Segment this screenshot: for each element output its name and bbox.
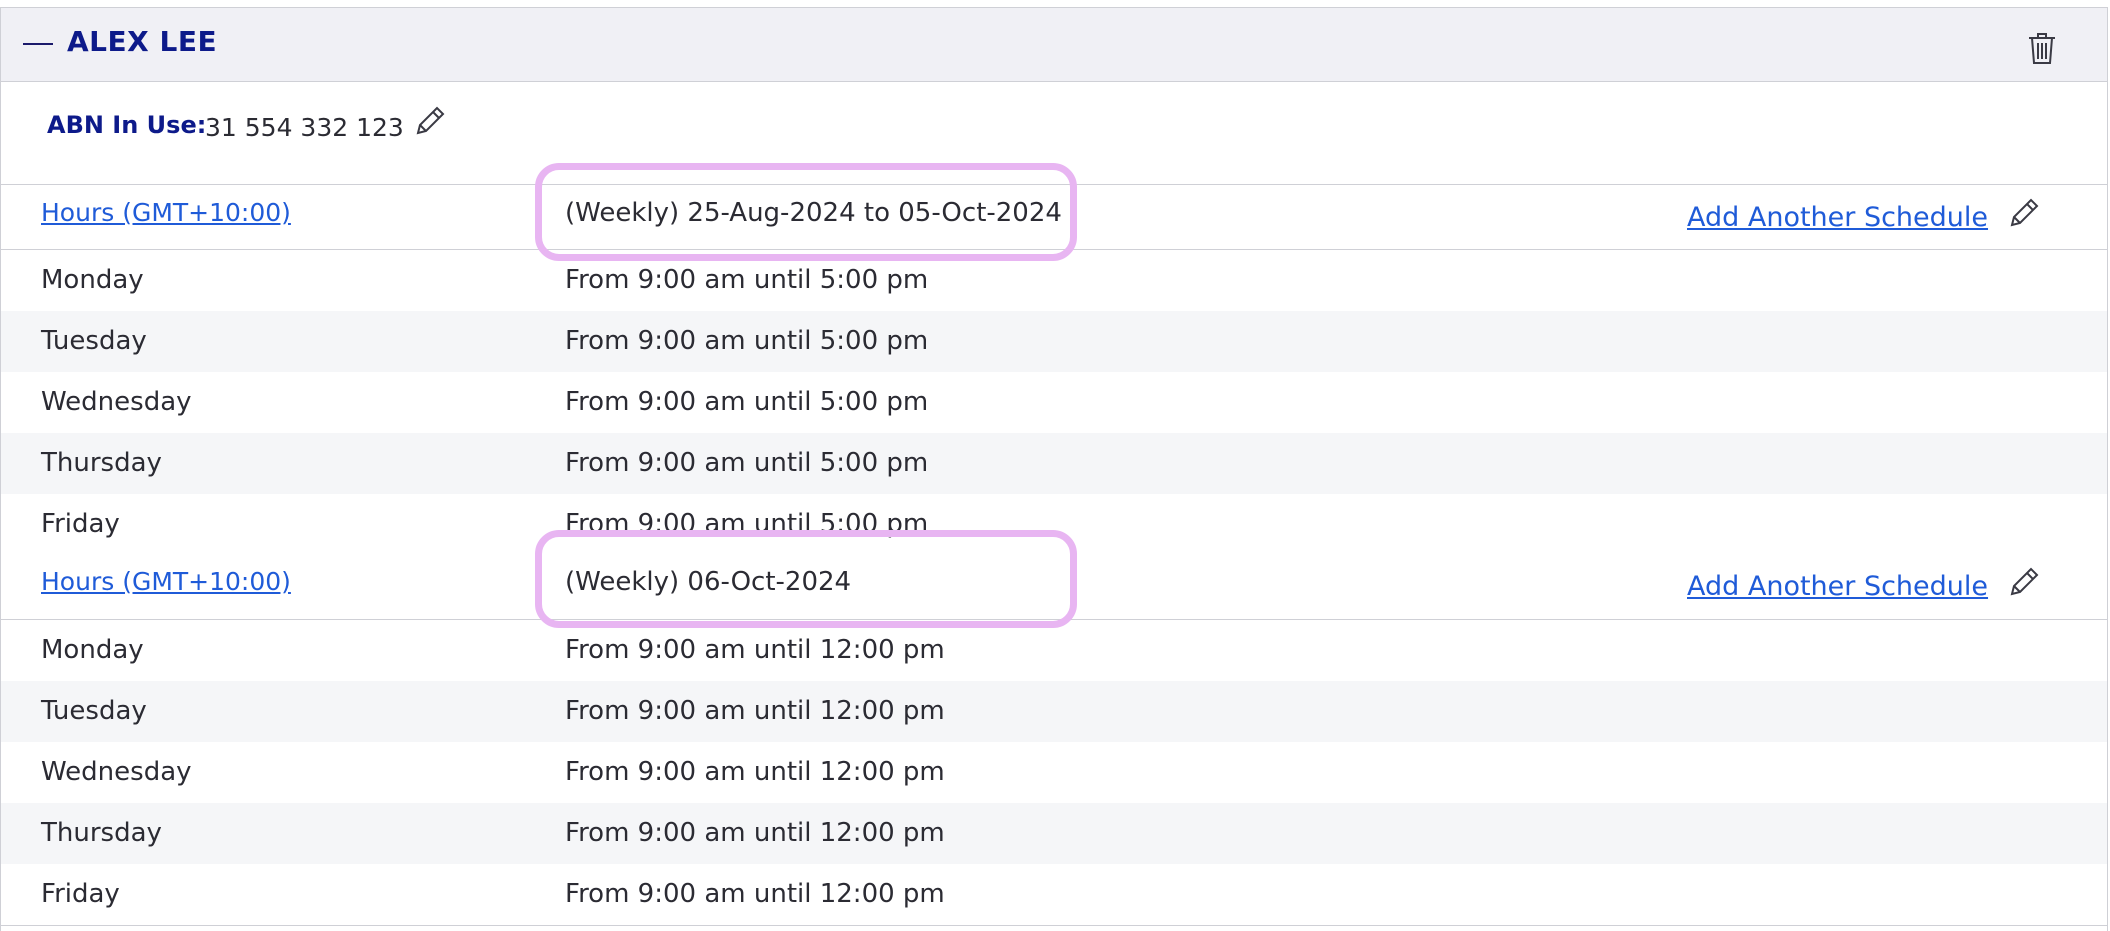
abn-label: ABN In Use: — [47, 111, 207, 139]
hours-value: From 9:00 am until 5:00 pm — [565, 448, 929, 478]
day-label: Wednesday — [41, 387, 192, 417]
day-label: Monday — [41, 265, 144, 295]
schedule-row: Tuesday From 9:00 am until 12:00 pm — [1, 681, 2107, 742]
schedule-row: Wednesday From 9:00 am until 12:00 pm — [1, 742, 2107, 803]
day-label: Wednesday — [41, 757, 192, 787]
hours-link[interactable]: Hours (GMT+10:00) — [41, 198, 291, 227]
schedule-row: Monday From 9:00 am until 12:00 pm — [1, 620, 2107, 681]
abn-value: 31 554 332 123 — [205, 113, 404, 142]
hours-value: From 9:00 am until 12:00 pm — [565, 757, 945, 787]
trash-icon[interactable] — [2026, 30, 2058, 66]
hours-value: From 9:00 am until 5:00 pm — [565, 387, 929, 417]
hours-value: From 9:00 am until 5:00 pm — [565, 326, 929, 356]
day-label: Friday — [41, 509, 120, 539]
day-label: Thursday — [41, 448, 162, 478]
pencil-icon[interactable] — [413, 104, 447, 138]
hours-value: From 9:00 am until 12:00 pm — [565, 818, 945, 848]
highlight-box — [535, 530, 1077, 628]
panel-header: ALEX LEE — [1, 8, 2107, 82]
schedule-row: Wednesday From 9:00 am until 5:00 pm — [1, 372, 2107, 433]
add-another-schedule-link[interactable]: Add Another Schedule — [1687, 202, 1988, 233]
schedule-row: Friday From 9:00 am until 12:00 pm — [1, 864, 2107, 925]
day-label: Monday — [41, 635, 144, 665]
day-label: Thursday — [41, 818, 162, 848]
add-another-schedule-link[interactable]: Add Another Schedule — [1687, 571, 1988, 602]
day-label: Tuesday — [41, 696, 147, 726]
day-label: Tuesday — [41, 326, 147, 356]
person-panel: ALEX LEE ABN In Use: 31 554 332 123 Hour… — [0, 7, 2108, 931]
divider — [1, 925, 2107, 926]
hours-value: From 9:00 am until 12:00 pm — [565, 635, 945, 665]
hours-value: From 9:00 am until 12:00 pm — [565, 879, 945, 909]
schedule-row: Thursday From 9:00 am until 5:00 pm — [1, 433, 2107, 494]
pencil-icon[interactable] — [2007, 565, 2041, 599]
schedule-row: Tuesday From 9:00 am until 5:00 pm — [1, 311, 2107, 372]
highlight-box — [535, 163, 1077, 261]
minus-icon[interactable] — [23, 43, 53, 45]
person-name: ALEX LEE — [67, 25, 218, 58]
schedule-row: Thursday From 9:00 am until 12:00 pm — [1, 803, 2107, 864]
hours-link[interactable]: Hours (GMT+10:00) — [41, 567, 291, 596]
hours-value: From 9:00 am until 12:00 pm — [565, 696, 945, 726]
day-label: Friday — [41, 879, 120, 909]
pencil-icon[interactable] — [2007, 196, 2041, 230]
